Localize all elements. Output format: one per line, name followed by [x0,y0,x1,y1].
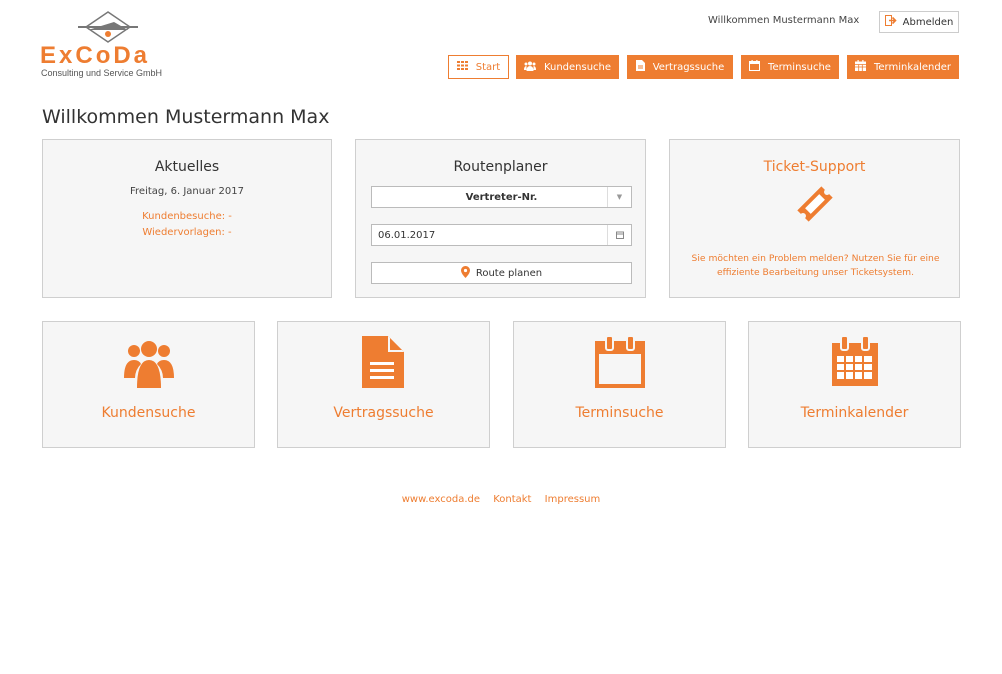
nav-terminsuche[interactable]: Terminsuche [741,55,839,79]
nav-start[interactable]: Start [448,55,509,79]
calendar-grid-icon [855,60,866,74]
nav-vertragssuche-label: Vertragssuche [652,61,725,73]
calendar-icon [594,335,645,388]
tile-terminsuche[interactable]: Terminsuche [513,321,726,448]
aktuelles-panel: Aktuelles Freitag, 6. Januar 2017 Kunden… [42,139,332,298]
tile-terminkalender-label: Terminkalender [800,405,909,421]
calendar-grid-icon [831,335,878,386]
ticket-support-panel: Ticket-Support Sie möchten ein Problem m… [669,139,960,298]
nav-terminkalender-label: Terminkalender [874,61,951,73]
nav-terminkalender[interactable]: Terminkalender [847,55,959,79]
grid-icon [456,61,468,73]
tile-vertragssuche-label: Vertragssuche [333,405,434,421]
users-icon [523,61,536,74]
vertreter-select-value: Vertreter-Nr. [465,191,538,203]
company-logo: ExCoDa Consulting und Service GmbH [40,10,190,78]
wiedervorlagen-stat[interactable]: Wiedervorlagen: - [43,227,331,238]
calendar-picker-icon[interactable] [607,225,631,245]
chevron-down-icon[interactable]: ▼ [607,187,631,207]
footer-link-kontakt[interactable]: Kontakt [493,494,531,505]
document-icon [361,336,404,388]
tile-vertragssuche[interactable]: Vertragssuche [277,321,490,448]
vertreter-select[interactable]: Vertreter-Nr. ▼ [371,186,632,208]
footer-link-website[interactable]: www.excoda.de [402,494,480,505]
tile-terminsuche-label: Terminsuche [575,405,664,421]
logo-mark-icon [78,11,138,43]
logo-subtitle: Consulting und Service GmbH [41,68,163,78]
logo-word: ExCoDa [40,42,151,69]
routenplaner-panel: Routenplaner Vertreter-Nr. ▼ 06.01.2017 … [355,139,646,298]
nav-kundensuche[interactable]: Kundensuche [516,55,619,79]
route-date-input[interactable]: 06.01.2017 [371,224,632,246]
nav-vertragssuche[interactable]: Vertragssuche [627,55,733,79]
tile-kundensuche-label: Kundensuche [101,405,196,421]
nav-start-label: Start [475,61,501,73]
calendar-icon [749,60,761,74]
document-icon [635,60,645,74]
logout-button[interactable]: Abmelden [879,11,959,33]
logout-label: Abmelden [902,16,954,28]
tile-kundensuche[interactable]: Kundensuche [42,321,255,448]
page-title: Willkommen Mustermann Max [42,106,330,128]
welcome-user-text: Willkommen Mustermann Max [708,15,860,26]
nav-kundensuche-label: Kundensuche [543,61,612,73]
tile-terminkalender[interactable]: Terminkalender [748,321,961,448]
map-marker-icon [460,265,470,281]
aktuelles-date: Freitag, 6. Januar 2017 [130,186,244,197]
routenplaner-title: Routenplaner [453,159,548,175]
ticket-support-description: Sie möchten ein Problem melden? Nutzen S… [691,253,940,278]
ticket-support-title[interactable]: Ticket-Support [670,159,959,175]
aktuelles-title: Aktuelles [154,159,220,175]
nav-terminsuche-label: Terminsuche [768,61,831,73]
footer: www.excoda.de Kontakt Impressum [0,494,1002,505]
route-planen-label: Route planen [475,267,543,279]
ticket-icon[interactable] [790,184,840,224]
footer-link-impressum[interactable]: Impressum [545,494,601,505]
route-date-value: 06.01.2017 [378,229,436,241]
kundenbesuche-stat[interactable]: Kundenbesuche: - [43,211,331,222]
sign-out-icon [884,15,897,29]
users-icon [123,341,174,388]
route-planen-button[interactable]: Route planen [371,262,632,284]
